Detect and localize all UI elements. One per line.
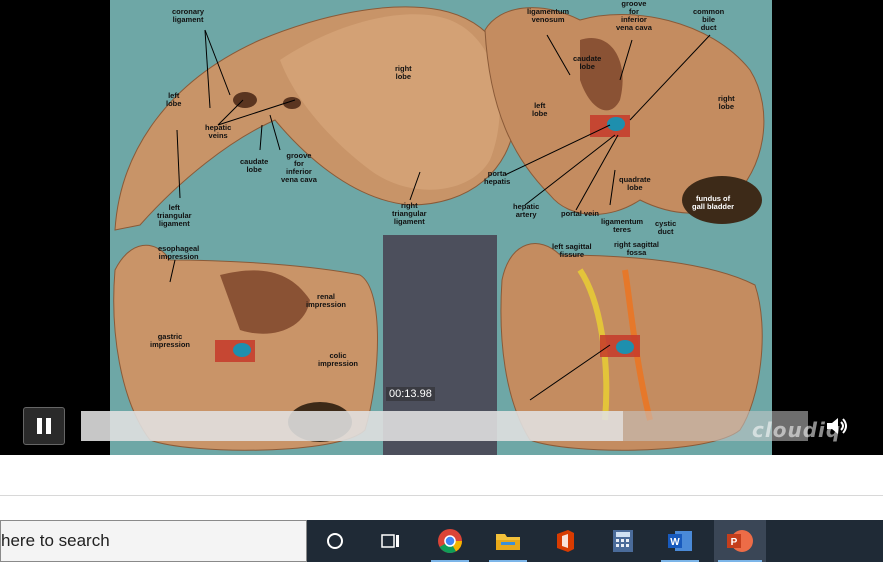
label-left-sagittal-fissure: left sagittal fissure [552, 242, 592, 259]
progress-bar[interactable] [81, 411, 808, 441]
search-placeholder: here to search [1, 531, 110, 550]
task-view-icon [381, 534, 399, 548]
video-player[interactable]: coronary ligament right lobe left lobe h… [0, 0, 883, 455]
office-button[interactable] [542, 520, 588, 562]
label-right-lobe-1: right lobe [395, 64, 412, 81]
pause-icon [37, 418, 51, 434]
page-area-lower [0, 496, 883, 521]
word-button[interactable]: W [657, 520, 703, 562]
word-icon: W [668, 531, 692, 551]
label-caudate-lobe-2: caudate lobe [573, 54, 602, 71]
label-porta-hepatis: porta hepatis [484, 169, 511, 186]
label-right-sagittal-fossa: right sagittal fossa [614, 240, 660, 257]
powerpoint-button[interactable]: P [714, 520, 766, 562]
volume-icon [827, 418, 847, 434]
progress-fill [81, 411, 623, 441]
powerpoint-icon: P [727, 530, 753, 552]
label-ligamentum-teres: ligamentum teres [601, 217, 644, 234]
scrub-timestamp: 00:13.98 [386, 387, 435, 401]
file-explorer-icon [496, 534, 520, 550]
file-explorer-button[interactable] [485, 520, 531, 562]
label-renal-impression: renal impression [306, 292, 347, 309]
label-left-lobe-2: left lobe [532, 101, 548, 118]
office-icon [557, 530, 574, 552]
pause-button[interactable] [23, 407, 65, 445]
task-view-button[interactable] [367, 520, 413, 562]
label-fundus-gallbladder: fundus of gall bladder [692, 194, 735, 211]
label-cystic-duct: cystic duct [655, 219, 677, 236]
label-hepatic-veins: hepatic veins [205, 123, 232, 140]
label-right-lobe-2: right lobe [718, 94, 735, 111]
calculator-button[interactable] [600, 520, 646, 562]
label-common-bile-duct: common bile duct [693, 7, 725, 32]
taskbar-search-input[interactable]: here to search [0, 520, 307, 562]
label-right-triangular-ligament: right triangular ligament [392, 201, 427, 226]
label-coronary-ligament: coronary ligament [172, 7, 205, 24]
label-groove-ivc-1: groove for inferior vena cava [281, 151, 317, 184]
label-left-triangular-ligament: left triangular ligament [157, 203, 192, 228]
label-ligamentum-venosum: ligamentum venosum [527, 7, 570, 24]
label-groove-ivc-2: groove for inferior vena cava [616, 0, 652, 32]
cortana-button[interactable] [312, 520, 358, 562]
label-hepatic-artery: hepatic artery [513, 202, 540, 219]
page-area [0, 455, 883, 496]
chrome-icon [438, 529, 462, 554]
svg-text:W: W [670, 537, 680, 548]
chrome-button[interactable] [427, 520, 473, 562]
label-caudate-lobe-1: caudate lobe [240, 157, 269, 174]
label-quadrate-lobe: quadrate lobe [619, 175, 651, 192]
label-left-lobe-1: left lobe [166, 91, 182, 108]
volume-button[interactable] [824, 414, 850, 438]
label-colic-impression: colic impression [318, 351, 359, 368]
label-gastric-impression: gastric impression [150, 332, 191, 349]
label-portal-vein: portal vein [561, 209, 599, 218]
cortana-icon [327, 533, 343, 549]
svg-text:P: P [731, 537, 738, 548]
calculator-icon [613, 530, 633, 552]
label-esophageal-impression: esophageal impression [158, 244, 200, 261]
